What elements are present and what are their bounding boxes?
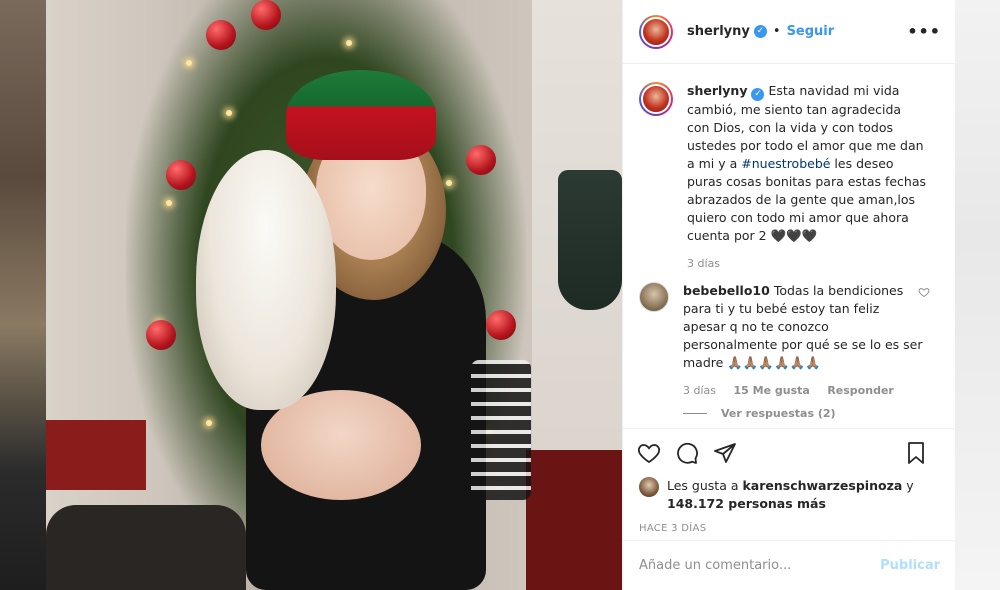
sofa (46, 505, 246, 590)
stocking (558, 170, 622, 310)
caption-text: sherlyny ✓ Esta navidad mi vida cambió, m… (687, 83, 927, 243)
post-side-panel: sherlyny ✓ • Seguir ••• sherlyny ✓ Esta n… (622, 0, 956, 590)
heart-icon[interactable] (637, 441, 661, 465)
elf-hat (286, 70, 436, 160)
comment-input[interactable]: Añade un comentario... (639, 558, 880, 573)
publish-button[interactable]: Publicar (880, 558, 940, 573)
white-dog (196, 150, 336, 410)
add-comment-bar: Añade un comentario... Publicar (623, 540, 956, 590)
liker-username[interactable]: karenschwarzespinoza (742, 478, 902, 493)
caption-username[interactable]: sherlyny (687, 83, 747, 98)
hashtag-link[interactable]: #nuestrobebé (741, 156, 830, 171)
likes-summary: Les gusta a karenschwarzespinoza y 148.1… (623, 477, 956, 513)
post-header: sherlyny ✓ • Seguir ••• (623, 0, 955, 64)
avatar[interactable] (639, 14, 673, 49)
comment-time[interactable]: 3 días (683, 384, 716, 397)
blurred-background-left (0, 0, 46, 590)
avatar[interactable] (639, 282, 669, 312)
blurred-background-right (955, 0, 1000, 590)
heart-icon[interactable] (918, 286, 930, 298)
avatar[interactable] (639, 82, 673, 116)
comments-list[interactable]: sherlyny ✓ Esta navidad mi vida cambió, m… (623, 64, 956, 428)
likes-count[interactable]: 148.172 personas más (667, 496, 826, 511)
action-icons (623, 429, 956, 477)
share-icon[interactable] (713, 441, 737, 465)
post-photo[interactable] (46, 0, 622, 590)
comment-icon[interactable] (675, 441, 699, 465)
comment-likes[interactable]: 15 Me gusta (734, 384, 810, 397)
follow-button[interactable]: Seguir (787, 24, 835, 39)
gift-box (526, 450, 622, 590)
comment-meta: 3 días 15 Me gusta Responder (683, 384, 923, 397)
verified-icon: ✓ (753, 25, 767, 38)
caption: sherlyny ✓ Esta navidad mi vida cambió, m… (639, 82, 940, 270)
actions-area: Les gusta a karenschwarzespinoza y 148.1… (623, 428, 956, 534)
verified-icon: ✓ (751, 88, 765, 101)
separator-dot: • (772, 24, 781, 39)
avatar[interactable] (639, 477, 659, 497)
username-link[interactable]: sherlyny (687, 24, 750, 39)
caption-time: 3 días (687, 257, 721, 270)
bookmark-icon[interactable] (904, 441, 928, 465)
post-date[interactable]: HACE 3 DÍAS (623, 513, 956, 534)
view-replies[interactable]: Ver respuestas (2) (683, 407, 940, 420)
comment-text: bebebello10 Todas la bendiciones para ti… (683, 283, 923, 370)
gift-box (46, 420, 146, 490)
reply-button[interactable]: Responder (827, 384, 894, 397)
sleeve-logo (471, 360, 531, 500)
comment: bebebello10 Todas la bendiciones para ti… (639, 282, 940, 397)
likes-text: Les gusta a karenschwarzespinoza y 148.1… (667, 478, 914, 511)
more-icon[interactable]: ••• (907, 22, 941, 41)
comment-username[interactable]: bebebello10 (683, 283, 770, 298)
